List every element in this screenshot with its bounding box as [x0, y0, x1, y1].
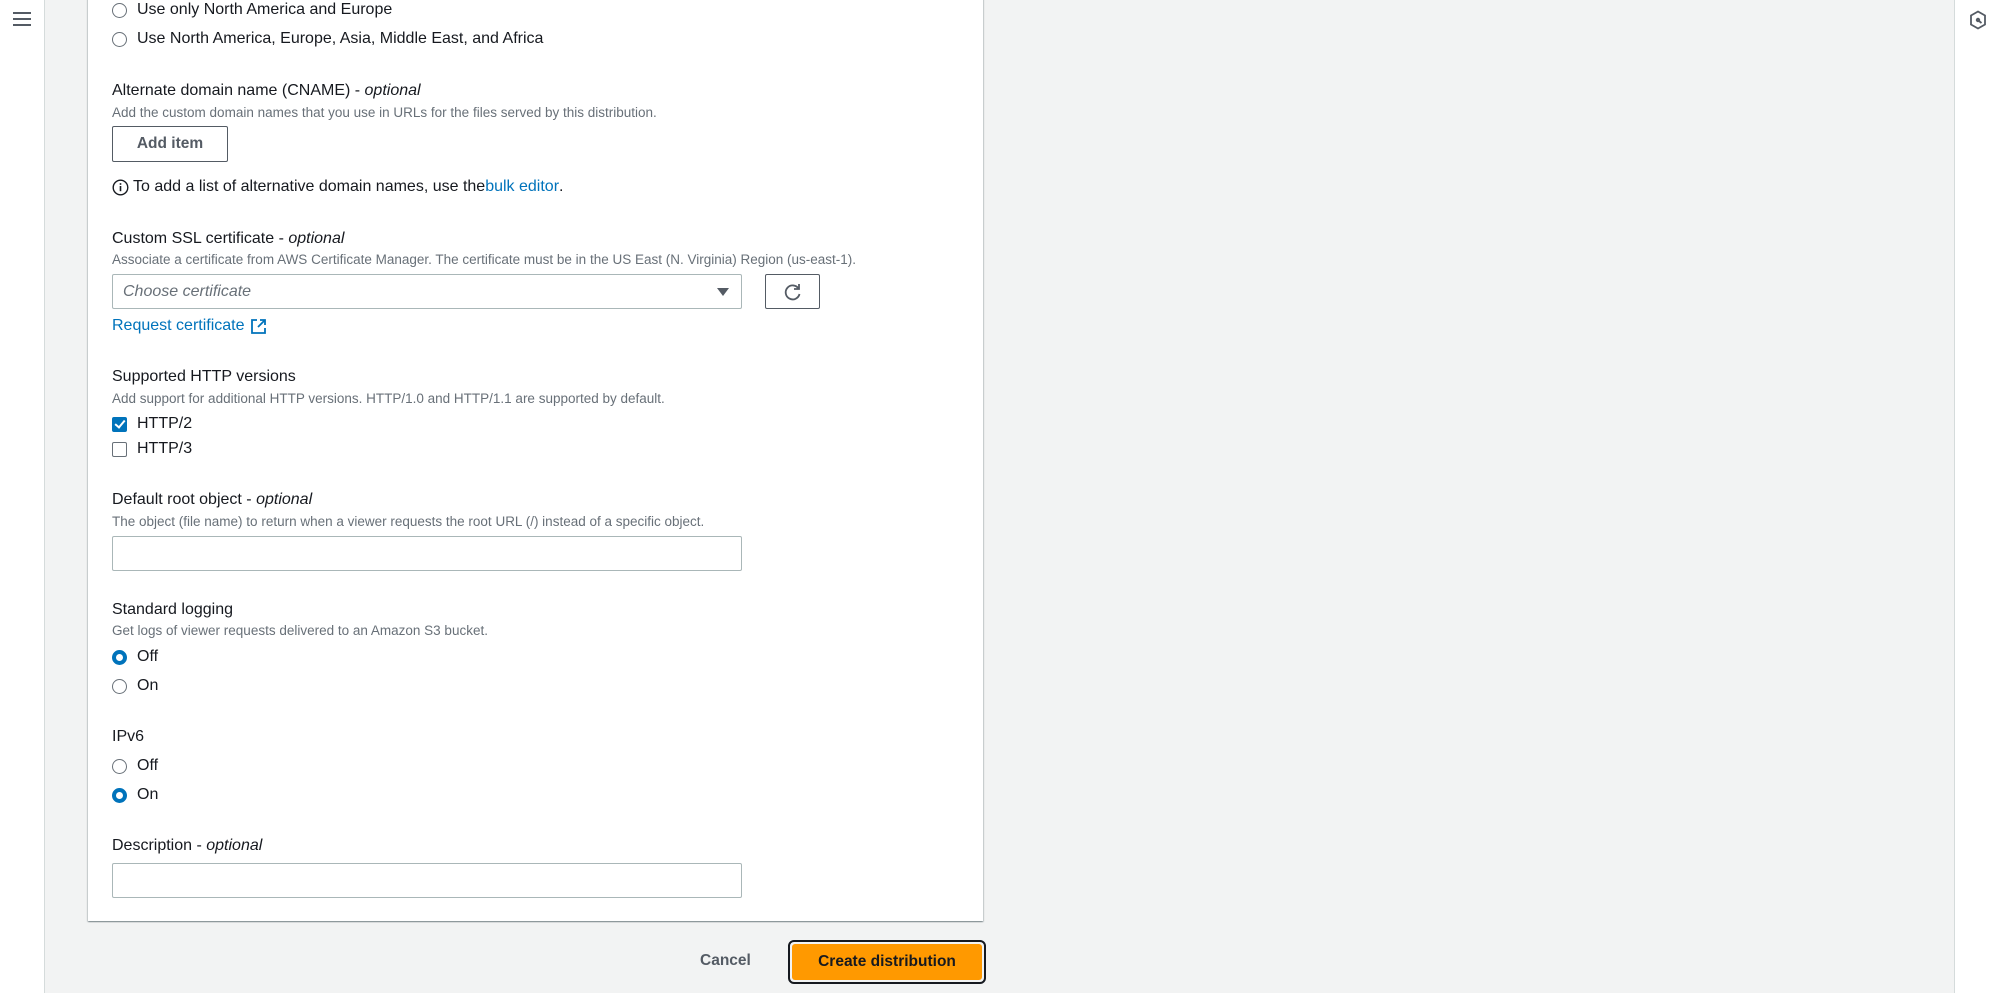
left-navigation [0, 0, 45, 993]
info-text: To add a list of alternative domain name… [133, 178, 486, 195]
label-text: Default root object - [112, 491, 257, 508]
certificate-select-placeholder: Choose certificate [123, 282, 252, 300]
label-text: Alternate domain name (CNAME) - [112, 82, 365, 99]
option-label: Off [137, 648, 159, 665]
default-root-object-description: The object (file name) to return when a … [112, 514, 705, 529]
radio-button[interactable] [112, 649, 127, 665]
refresh-icon [784, 283, 800, 300]
request-certificate-link-row: Request certificate [112, 317, 267, 335]
radio-button[interactable] [112, 2, 127, 18]
http-versions-label: Supported HTTP versions [112, 368, 296, 385]
label-text: Description - [112, 837, 207, 854]
cname-description: Add the custom domain names that you use… [112, 105, 657, 120]
caret-down-icon [717, 288, 729, 296]
optional-text: optional [364, 82, 421, 99]
option-label: Use North America, Europe, Asia, Middle … [137, 30, 544, 47]
optional-text: optional [206, 837, 263, 854]
http2-option[interactable]: HTTP/2 [112, 415, 192, 433]
cancel-button[interactable]: Cancel [700, 952, 751, 970]
ssl-certificate-label: Custom SSL certificate - optional [112, 230, 344, 248]
logging-off-option[interactable]: Off [112, 648, 158, 666]
external-link-icon[interactable] [250, 318, 267, 335]
option-label: Off [137, 757, 159, 774]
ipv6-label: IPv6 [112, 728, 145, 745]
ssl-certificate-description: Associate a certificate from AWS Certifi… [112, 252, 857, 267]
radio-button[interactable] [112, 31, 127, 47]
certificate-select[interactable]: Choose certificate [112, 274, 742, 309]
create-distribution-button[interactable]: Create distribution [792, 944, 982, 980]
description-input[interactable] [112, 863, 742, 898]
ipv6-on-option[interactable]: On [112, 786, 158, 804]
info-suffix: . [559, 178, 564, 195]
price-class-option-na-europe-asia-me-africa[interactable]: Use North America, Europe, Asia, Middle … [112, 30, 543, 48]
http3-option[interactable]: HTTP/3 [112, 440, 192, 458]
radio-button[interactable] [112, 758, 127, 774]
hamburger-menu-icon[interactable] [13, 12, 31, 28]
price-class-option-na-europe[interactable]: Use only North America and Europe [112, 1, 392, 19]
option-label: On [137, 677, 159, 694]
standard-logging-label: Standard logging [112, 601, 233, 618]
option-label: HTTP/2 [137, 415, 193, 432]
option-label: On [137, 786, 159, 803]
radio-button[interactable] [112, 787, 127, 803]
option-label: HTTP/3 [137, 440, 193, 457]
logging-on-option[interactable]: On [112, 677, 158, 695]
right-rail [1954, 0, 2000, 993]
bulk-editor-link[interactable]: bulk editor [485, 178, 559, 196]
http-versions-description: Add support for additional HTTP versions… [112, 391, 665, 406]
info-icon [112, 178, 129, 196]
standard-logging-description: Get logs of viewer requests delivered to… [112, 623, 488, 638]
optional-text: optional [288, 230, 345, 247]
default-root-object-input[interactable] [112, 536, 742, 571]
refresh-certificates-button[interactable] [765, 274, 820, 309]
request-certificate-link[interactable]: Request certificate [112, 317, 245, 335]
ipv6-off-option[interactable]: Off [112, 757, 158, 775]
default-root-object-label: Default root object - optional [112, 491, 312, 509]
http3-checkbox[interactable] [112, 441, 127, 457]
label-text: Custom SSL certificate - [112, 230, 289, 247]
optional-text: optional [256, 491, 313, 508]
bulk-editor-info: To add a list of alternative domain name… [112, 178, 563, 196]
feedback-hexagon-icon[interactable] [1969, 10, 1987, 30]
option-label: Use only North America and Europe [137, 1, 393, 18]
cname-label: Alternate domain name (CNAME) - optional [112, 82, 421, 100]
description-label: Description - optional [112, 837, 262, 855]
radio-button[interactable] [112, 678, 127, 694]
http2-checkbox[interactable] [112, 416, 127, 432]
add-item-button[interactable]: Add item [112, 126, 228, 162]
create-distribution-focus-ring: Create distribution [788, 940, 986, 984]
